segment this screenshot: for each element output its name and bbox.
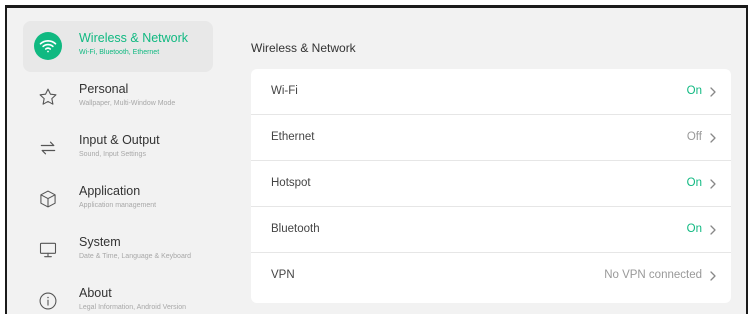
- sidebar: Wireless & Network Wi-Fi, Bluetooth, Eth…: [23, 21, 213, 314]
- sidebar-item-title: Input & Output: [79, 133, 160, 147]
- chevron-right-icon: [710, 225, 716, 235]
- sidebar-item-wireless-network[interactable]: Wireless & Network Wi-Fi, Bluetooth, Eth…: [23, 21, 213, 72]
- sidebar-item-subtitle: Sound, Input Settings: [79, 151, 146, 158]
- setting-label: Ethernet: [271, 131, 315, 143]
- sidebar-item-title: Wireless & Network: [79, 31, 189, 45]
- star-icon: [34, 83, 62, 111]
- sidebar-item-subtitle: Legal Information, Android Version: [79, 304, 187, 311]
- page-title: Wireless & Network: [251, 41, 356, 55]
- sidebar-item-title: About: [79, 286, 112, 300]
- setting-row-vpn[interactable]: VPN No VPN connected: [251, 253, 731, 299]
- sidebar-item-personal[interactable]: Personal Wallpaper, Multi-Window Mode: [23, 72, 213, 123]
- monitor-icon: [34, 236, 62, 264]
- setting-status: No VPN connected: [604, 269, 702, 281]
- setting-label: Hotspot: [271, 177, 311, 189]
- setting-label: Bluetooth: [271, 223, 320, 235]
- chevron-right-icon: [710, 179, 716, 189]
- sidebar-item-application[interactable]: Application Application management: [23, 174, 213, 225]
- setting-row-bluetooth[interactable]: Bluetooth On: [251, 207, 731, 253]
- wifi-icon: [34, 32, 62, 60]
- sidebar-item-subtitle: Wi-Fi, Bluetooth, Ethernet: [79, 49, 160, 56]
- setting-row-wifi[interactable]: Wi-Fi On: [251, 69, 731, 115]
- cube-icon: [34, 185, 62, 213]
- info-icon: [34, 287, 62, 314]
- sidebar-item-input-output[interactable]: Input & Output Sound, Input Settings: [23, 123, 213, 174]
- setting-row-ethernet[interactable]: Ethernet Off: [251, 115, 731, 161]
- swap-arrows-icon: [34, 134, 62, 162]
- setting-status: On: [686, 177, 702, 189]
- setting-label: Wi-Fi: [271, 85, 298, 97]
- sidebar-item-title: Application: [79, 184, 141, 198]
- setting-status: On: [686, 223, 702, 235]
- settings-panel: Wi-Fi On Ethernet Off Hotspot On Bluetoo…: [251, 69, 731, 303]
- settings-window: Wireless & Network Wi-Fi, Bluetooth, Eth…: [5, 5, 748, 314]
- setting-status: On: [686, 85, 702, 97]
- sidebar-item-system[interactable]: System Date & Time, Language & Keyboard: [23, 225, 213, 276]
- setting-status: Off: [686, 131, 702, 143]
- sidebar-item-subtitle: Application management: [79, 202, 157, 209]
- chevron-right-icon: [710, 133, 716, 143]
- sidebar-item-title: Personal: [79, 82, 129, 96]
- sidebar-item-title: System: [79, 235, 121, 249]
- sidebar-item-subtitle: Wallpaper, Multi-Window Mode: [79, 100, 176, 107]
- setting-label: VPN: [271, 269, 295, 281]
- sidebar-item-subtitle: Date & Time, Language & Keyboard: [79, 253, 192, 260]
- chevron-right-icon: [710, 271, 716, 281]
- chevron-right-icon: [710, 87, 716, 97]
- setting-row-hotspot[interactable]: Hotspot On: [251, 161, 731, 207]
- sidebar-item-about[interactable]: About Legal Information, Android Version: [23, 276, 213, 314]
